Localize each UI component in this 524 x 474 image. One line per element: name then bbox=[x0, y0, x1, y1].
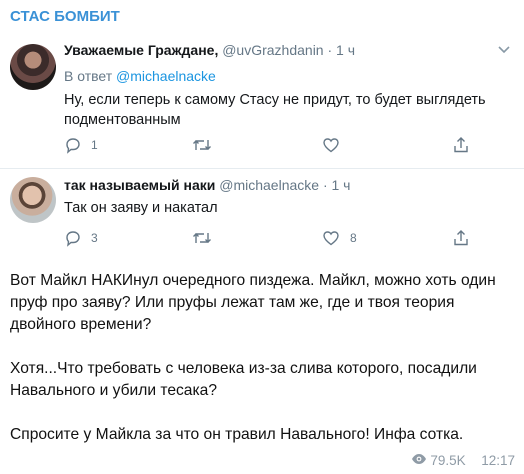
reply-prefix: В ответ bbox=[64, 68, 113, 84]
display-name: так называемый наки bbox=[64, 177, 216, 193]
post-text: Вот Майкл НАКИнул очередного пиздежа. Ма… bbox=[10, 270, 510, 446]
handle: @michaelnacke bbox=[219, 177, 320, 193]
tweet-header: так называемый наки @michaelnacke · 1 ч bbox=[64, 177, 350, 193]
like-count: 8 bbox=[350, 231, 357, 245]
tweet-2: так называемый наки @michaelnacke · 1 ч … bbox=[0, 169, 524, 255]
eye-icon bbox=[411, 453, 427, 468]
post-meta: 79.5K 12:17 bbox=[411, 452, 515, 468]
tweet-actions: 1 bbox=[64, 136, 504, 156]
avatar bbox=[10, 44, 56, 90]
channel-name[interactable]: СТАС БОМБИТ bbox=[10, 8, 120, 25]
post-paragraph: Вот Майкл НАКИнул очередного пиздежа. Ма… bbox=[10, 272, 496, 333]
tweet-1: Уважаемые Граждане, @uvGrazhdanin · 1 ч … bbox=[0, 32, 524, 169]
handle: @uvGrazhdanin bbox=[222, 42, 324, 58]
tweet-screenshot: Уважаемые Граждане, @uvGrazhdanin · 1 ч … bbox=[0, 32, 524, 256]
reply-count: 1 bbox=[91, 138, 98, 152]
share-icon[interactable] bbox=[452, 229, 470, 247]
tweet-text: Ну, если теперь к самому Стасу не придут… bbox=[64, 90, 486, 130]
reply-count: 3 bbox=[91, 231, 98, 245]
display-name: Уважаемые Граждане, bbox=[64, 42, 219, 58]
tweet-time: · 1 ч bbox=[322, 177, 351, 193]
reply-icon[interactable] bbox=[64, 136, 82, 154]
tweet-time: · 1 ч bbox=[327, 42, 356, 58]
tweet-text-line: подментованным bbox=[64, 112, 181, 128]
tweet-actions: 3 8 bbox=[64, 229, 504, 249]
retweet-icon[interactable] bbox=[192, 136, 211, 154]
view-count: 79.5K bbox=[430, 452, 466, 468]
avatar bbox=[10, 177, 56, 223]
reply-context: В ответ @michaelnacke bbox=[64, 68, 216, 84]
chevron-down-icon bbox=[498, 42, 510, 60]
heart-icon[interactable] bbox=[322, 136, 340, 154]
heart-icon[interactable] bbox=[322, 229, 340, 247]
reply-icon[interactable] bbox=[64, 229, 82, 247]
post-time: 12:17 bbox=[481, 452, 515, 468]
post-paragraph: Хотя...Что требовать с человека из-за сл… bbox=[10, 360, 477, 399]
share-icon[interactable] bbox=[452, 136, 470, 154]
retweet-icon[interactable] bbox=[192, 229, 211, 247]
tweet-text: Так он заяву и накатал bbox=[64, 198, 218, 218]
reply-handle-link[interactable]: @michaelnacke bbox=[116, 68, 216, 84]
post-paragraph: Спросите у Майкла за что он травил Навал… bbox=[10, 426, 464, 443]
tweet-text-line: Ну, если теперь к самому Стасу не придут… bbox=[64, 92, 486, 108]
tweet-text-line: Так он заяву и накатал bbox=[64, 200, 218, 216]
tweet-header: Уважаемые Граждане, @uvGrazhdanin · 1 ч bbox=[64, 42, 355, 58]
